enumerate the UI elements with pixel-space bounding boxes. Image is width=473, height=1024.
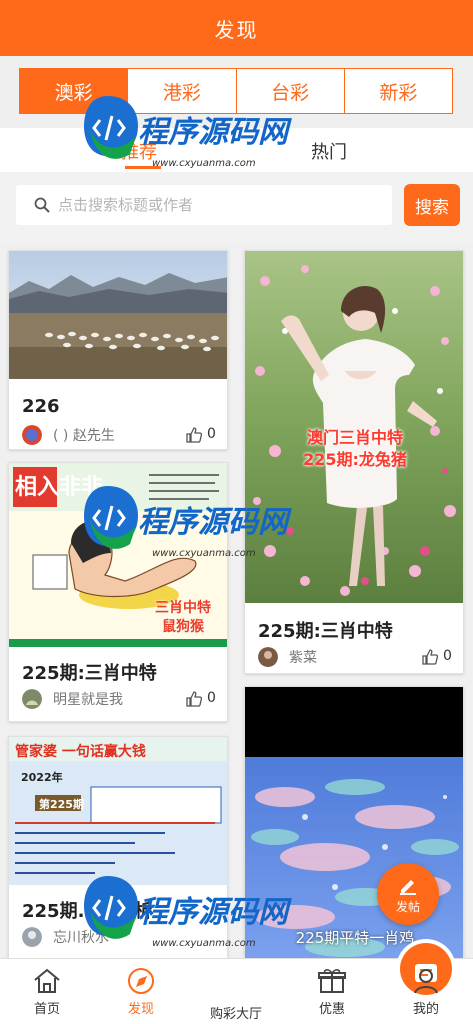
tab-taiwan[interactable]: 台彩 xyxy=(235,69,344,113)
post-title: 225期:三肖中特 xyxy=(258,621,393,642)
nav-profile[interactable]: 我的 xyxy=(379,959,473,1024)
pencil-icon xyxy=(400,879,416,895)
lottery-tab-group: 澳彩 港彩 台彩 新彩 xyxy=(19,68,453,114)
search-field[interactable] xyxy=(16,185,392,225)
tab-popular[interactable]: 热门 xyxy=(311,138,347,164)
thumbs-up-icon[interactable] xyxy=(421,648,439,666)
nav-promotions[interactable]: 优惠 xyxy=(285,959,379,1024)
image-headline: 管家婆 一句话赢大钱 xyxy=(15,744,146,760)
post-image: 225期平特一肖鸡 xyxy=(245,687,463,958)
search-bar: 搜索 xyxy=(0,172,473,242)
post-image: 澳门三肖中特 225期:龙兔猪 xyxy=(245,251,463,603)
app-root: 发现 澳彩 港彩 台彩 新彩 推荐 热门 搜索 xyxy=(0,0,473,1024)
post-card[interactable]: 相入非非 三肖中特 鼠狗猴 225期:三肖中特 明星就是我 0 xyxy=(8,462,228,722)
like-count: 0 xyxy=(207,690,216,706)
search-input[interactable] xyxy=(58,196,358,214)
gift-icon xyxy=(318,969,346,993)
like-count: 0 xyxy=(207,426,216,442)
new-post-button[interactable]: 发帖 xyxy=(377,863,439,925)
post-image xyxy=(9,251,227,379)
nav-discover[interactable]: 发现 xyxy=(94,959,188,1024)
sub-tab-bar: 推荐 热门 xyxy=(0,128,473,172)
home-icon xyxy=(34,968,60,993)
discover-icon xyxy=(128,968,154,994)
image-issue: 第225期 xyxy=(39,798,84,811)
post-card[interactable]: 管家婆 一句话赢大钱 2022年 第225期 225期...寂解析 忘川秋水 xyxy=(8,736,228,958)
tab-macau[interactable]: 澳彩 xyxy=(20,69,128,113)
avatar xyxy=(22,927,42,947)
profile-icon xyxy=(414,969,438,994)
tab-new[interactable]: 新彩 xyxy=(343,69,452,113)
post-card[interactable]: 澳门三肖中特 225期:龙兔猪 225期:三肖中特 紫菜 0 xyxy=(244,250,464,674)
thumbs-up-icon[interactable] xyxy=(185,426,203,444)
post-card[interactable]: 225期平特一肖鸡 xyxy=(244,686,464,958)
avatar xyxy=(22,425,42,445)
image-year: 2022年 xyxy=(21,771,63,784)
tab-hongkong[interactable]: 港彩 xyxy=(127,69,235,113)
image-headline: 相入非非 xyxy=(15,475,104,500)
post-feed[interactable]: 226 ( ) 赵先生 0 澳门三肖中特 225期:龙兔猪 225期:三肖中特 … xyxy=(0,242,473,958)
post-author: ( ) 赵先生 xyxy=(53,428,115,444)
post-image: 管家婆 一句话赢大钱 2022年 第225期 xyxy=(9,737,227,885)
avatar xyxy=(22,689,42,709)
like-count: 0 xyxy=(443,648,452,664)
post-author: 明星就是我 xyxy=(53,692,123,708)
post-title: 225期...寂解析 xyxy=(22,901,153,922)
nav-lottery-hall[interactable]: 购彩大厅 xyxy=(189,939,456,1024)
active-tab-indicator xyxy=(125,166,161,169)
search-button[interactable]: 搜索 xyxy=(404,184,460,226)
search-icon xyxy=(34,197,50,213)
image-caption: 三肖中特 鼠狗猴 xyxy=(155,600,211,635)
post-title: 226 xyxy=(22,396,60,417)
nav-home[interactable]: 首页 xyxy=(0,959,94,1024)
post-image: 相入非非 三肖中特 鼠狗猴 xyxy=(9,463,227,647)
post-card[interactable]: 226 ( ) 赵先生 0 xyxy=(8,250,228,450)
page-title: 发现 xyxy=(0,0,473,56)
tab-recommended[interactable]: 推荐 xyxy=(121,138,157,164)
post-author: 忘川秋水 xyxy=(53,930,109,946)
image-caption: 澳门三肖中特 225期:龙兔猪 xyxy=(303,428,407,469)
avatar xyxy=(258,647,278,667)
post-title: 225期:三肖中特 xyxy=(22,663,157,684)
bottom-nav: 首页 发现 购彩大厅 优惠 我的 xyxy=(0,939,473,1024)
thumbs-up-icon[interactable] xyxy=(185,690,203,708)
post-author: 紫菜 xyxy=(289,650,317,666)
